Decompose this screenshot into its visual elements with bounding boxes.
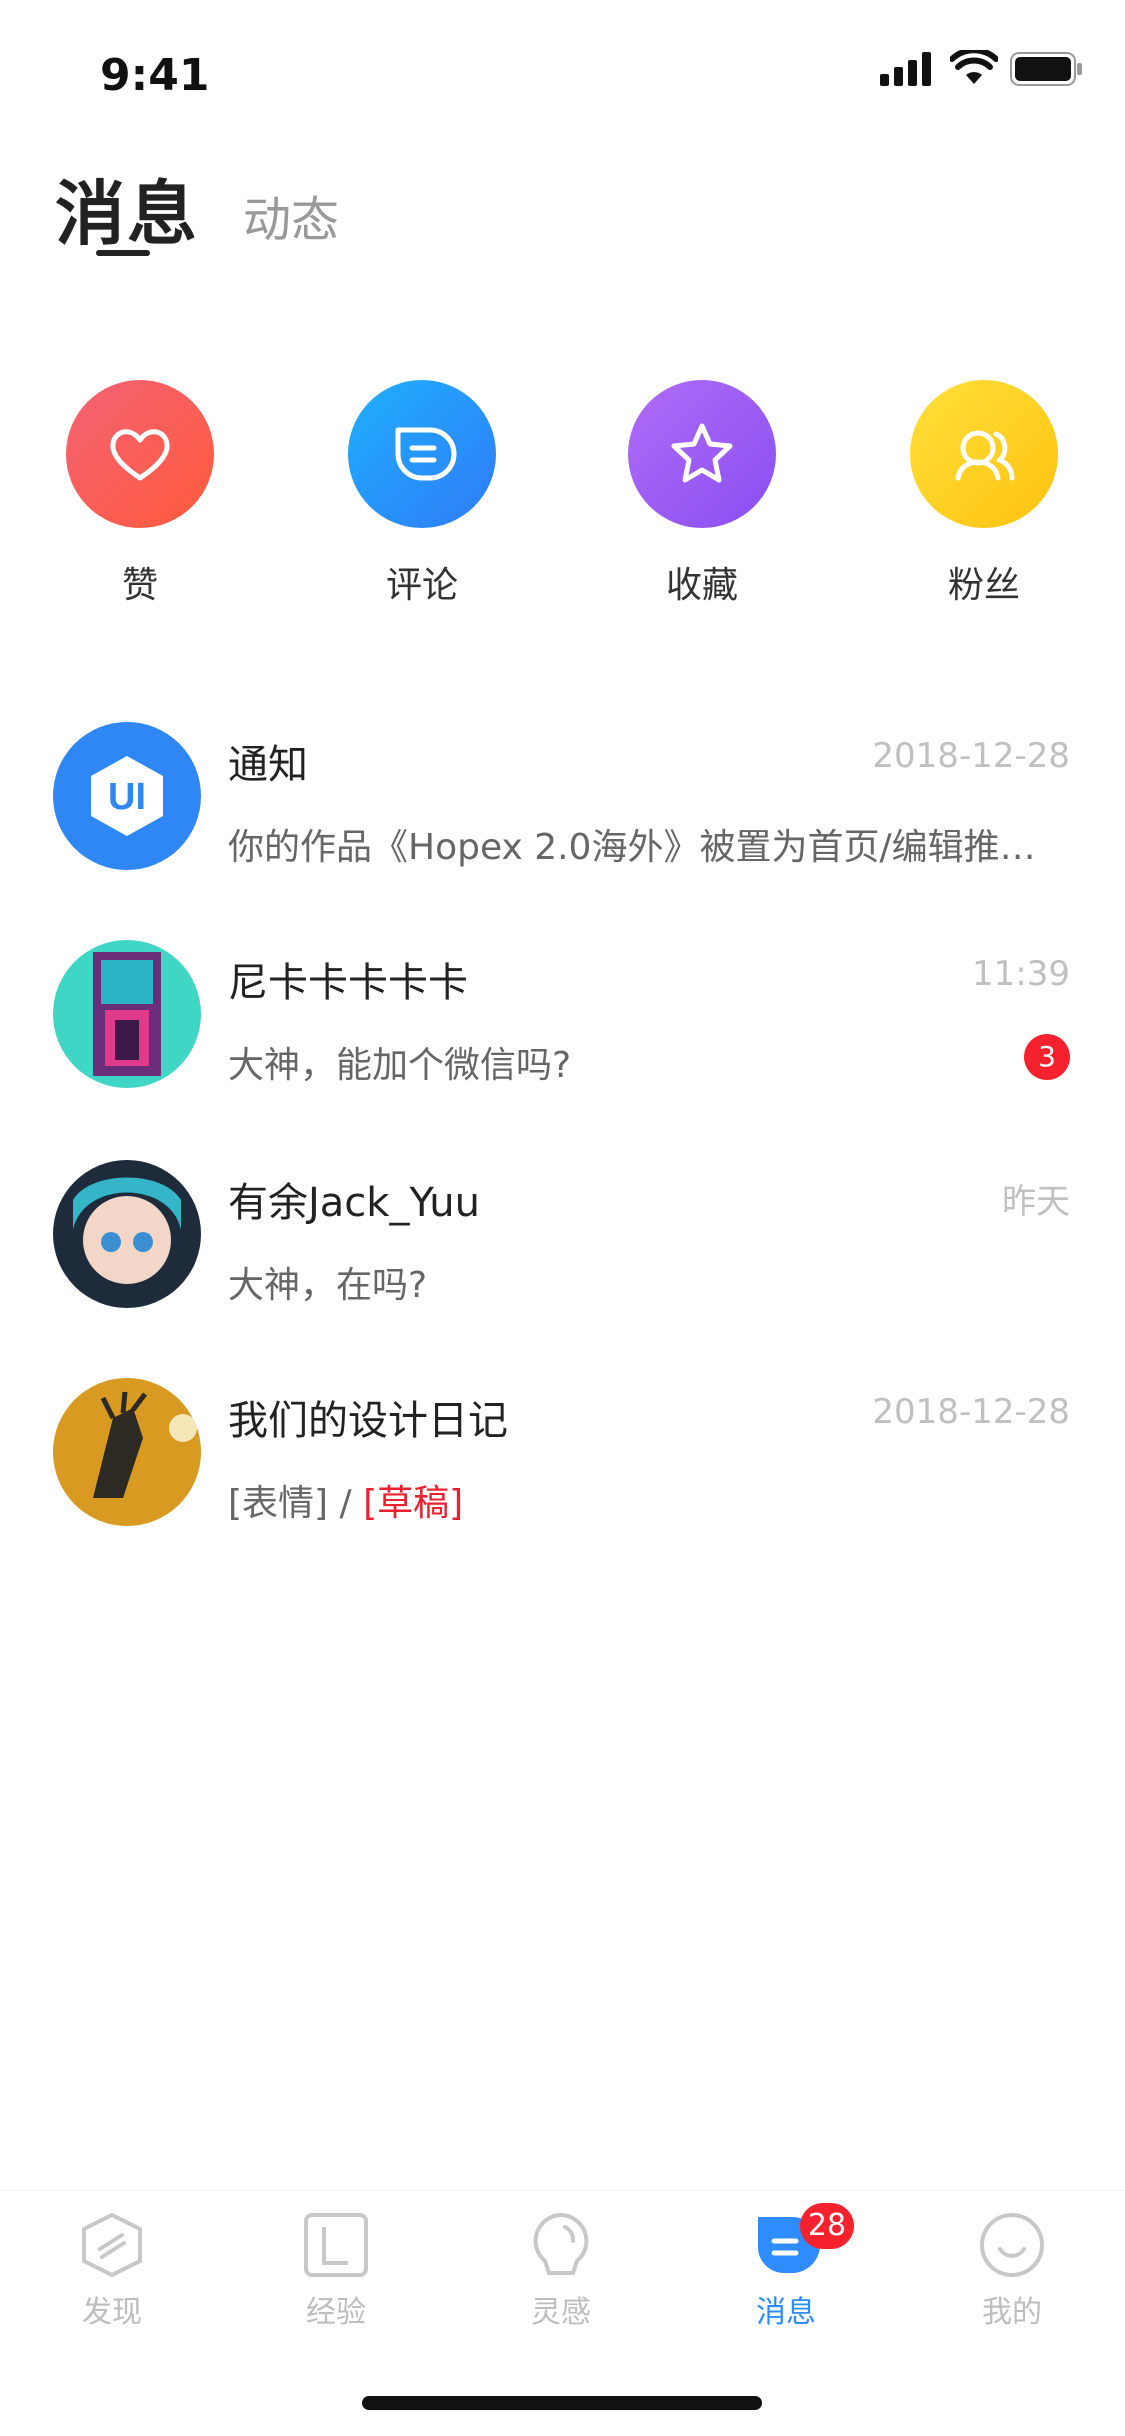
- conversation-design-diary[interactable]: 我们的设计日记 2018-12-28 [表情] / [草稿]: [0, 1378, 1125, 1578]
- conversation-time: 11:39: [972, 954, 1070, 994]
- avatar: UI: [53, 722, 201, 870]
- unread-badge: 3: [1024, 1034, 1070, 1080]
- conversation-name: 有余Jack_Yuu: [228, 1180, 481, 1226]
- tab-label: 发现: [82, 2295, 142, 2330]
- shortcut-label: 粉丝: [947, 565, 1020, 606]
- tab-messages-nav[interactable]: 28 消息: [706, 2203, 866, 2331]
- shortcut-label: 收藏: [665, 565, 738, 606]
- svg-text:UI: UI: [108, 776, 146, 818]
- conversation-jack-yuu[interactable]: 有余Jack_Yuu 昨天 大神，在吗?: [0, 1160, 1125, 1360]
- conversation-preview: [表情] / [草稿]: [228, 1474, 1048, 1526]
- avatar: [53, 1160, 201, 1308]
- comment-icon: [348, 380, 496, 528]
- tab-label: 经验: [306, 2295, 366, 2330]
- signal-icon: [880, 52, 931, 86]
- tab-label: 消息: [756, 2295, 816, 2330]
- conversation-notifications[interactable]: UI 通知 2018-12-28 你的作品《Hopex 2.0海外》被置为首页/…: [0, 722, 1125, 922]
- avatar: [53, 1378, 201, 1526]
- profile-icon: [980, 2213, 1044, 2277]
- tab-label: 我的: [982, 2295, 1042, 2330]
- shortcut-fans[interactable]: 粉丝: [884, 380, 1084, 620]
- tab-indicator: [96, 250, 150, 256]
- shortcut-label: 评论: [385, 565, 458, 606]
- tab-profile[interactable]: 我的: [932, 2211, 1092, 2331]
- conversation-preview: 你的作品《Hopex 2.0海外》被置为首页/编辑推荐...: [228, 827, 1048, 868]
- preview-text: [表情] /: [228, 1483, 364, 1524]
- tab-activity[interactable]: 动态: [243, 180, 339, 250]
- avatar: [53, 940, 201, 1088]
- conversation-time: 昨天: [1002, 1182, 1070, 1222]
- conversation-time: 2018-12-28: [872, 1392, 1070, 1432]
- tab-discover[interactable]: 发现: [32, 2211, 192, 2331]
- ui-logo-icon: UI: [91, 756, 163, 836]
- home-indicator[interactable]: [362, 2396, 762, 2410]
- discover-icon: [82, 2212, 142, 2278]
- conversation-name: 我们的设计日记: [228, 1398, 508, 1444]
- conversation-nika[interactable]: 尼卡卡卡卡卡 11:39 大神，能加个微信吗? 3: [0, 940, 1125, 1140]
- tab-experience[interactable]: 经验: [256, 2211, 416, 2331]
- message-count-badge: 28: [800, 2203, 854, 2249]
- tab-label: 灵感: [531, 2295, 591, 2330]
- draft-label: [草稿]: [363, 1483, 464, 1524]
- conversation-name: 通知: [228, 742, 308, 788]
- inspiration-icon: [533, 2212, 589, 2275]
- bottom-tab-bar: 发现 经验 灵感 28 消息 我的: [0, 2190, 1125, 2361]
- status-time: 9:41: [100, 50, 210, 101]
- fans-icon: [910, 380, 1058, 528]
- battery-icon: [1010, 52, 1082, 86]
- status-bar: 9:41: [0, 0, 1125, 132]
- wifi-icon: [950, 50, 998, 84]
- shortcut-label: 赞: [121, 565, 158, 606]
- conversation-time: 2018-12-28: [872, 736, 1070, 776]
- heart-icon: [66, 380, 214, 528]
- shortcut-comments[interactable]: 评论: [322, 380, 522, 620]
- shortcut-likes[interactable]: 赞: [40, 380, 240, 620]
- conversation-preview: 大神，能加个微信吗?: [228, 1045, 572, 1086]
- tab-messages[interactable]: 消息: [55, 158, 199, 259]
- tab-inspiration[interactable]: 灵感: [481, 2211, 641, 2331]
- experience-icon: [304, 2213, 368, 2277]
- conversation-name: 尼卡卡卡卡卡: [228, 960, 468, 1006]
- conversation-preview: 大神，在吗?: [228, 1265, 428, 1306]
- star-icon: [628, 380, 776, 528]
- shortcut-favorites[interactable]: 收藏: [602, 380, 802, 620]
